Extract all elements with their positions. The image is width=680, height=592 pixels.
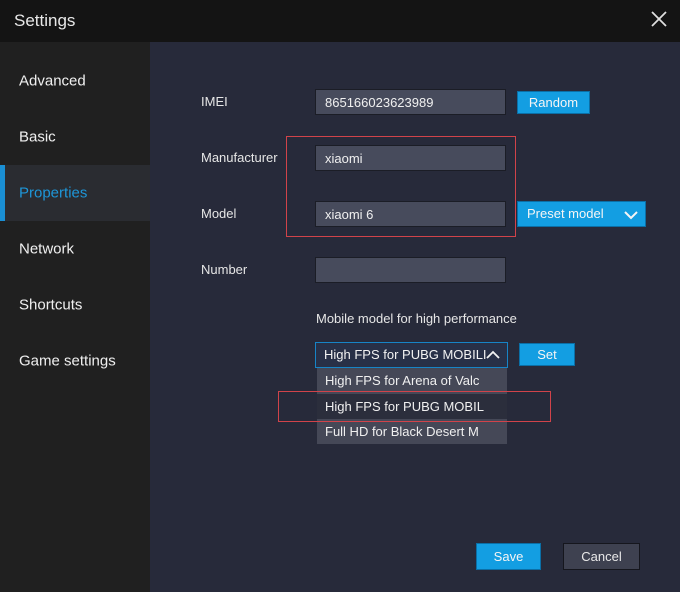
imei-input[interactable]	[315, 89, 506, 115]
sidebar-item-properties[interactable]: Properties	[0, 165, 150, 221]
active-indicator	[0, 165, 5, 221]
manufacturer-input[interactable]	[315, 145, 506, 171]
imei-label: IMEI	[201, 94, 228, 109]
sidebar-item-label: Advanced	[19, 72, 86, 90]
dropdown-option-label: Full HD for Black Desert M	[325, 424, 479, 439]
number-label: Number	[201, 262, 248, 277]
dropdown-option-label: High FPS for Arena of Valc	[325, 373, 480, 388]
sidebar-item-advanced[interactable]: Advanced	[0, 53, 150, 109]
sidebar-item-label: Game settings	[19, 352, 116, 370]
window-title: Settings	[14, 11, 76, 30]
performance-label: Mobile model for high performance	[316, 311, 517, 326]
preset-model-button[interactable]: Preset model	[517, 201, 646, 227]
sidebar-item-label: Network	[19, 240, 75, 258]
number-input[interactable]	[315, 257, 506, 283]
sidebar-item-label: Basic	[19, 128, 56, 146]
sidebar-item-game-settings[interactable]: Game settings	[0, 333, 150, 389]
sidebar-item-shortcuts[interactable]: Shortcuts	[0, 277, 150, 333]
save-button[interactable]: Save	[476, 543, 541, 570]
dropdown-option-label: High FPS for PUBG MOBIL	[325, 399, 484, 414]
close-button[interactable]	[648, 8, 670, 30]
set-button[interactable]: Set	[519, 343, 575, 366]
dropdown-option[interactable]: High FPS for PUBG MOBIL	[317, 394, 507, 419]
sidebar-item-basic[interactable]: Basic	[0, 109, 150, 165]
manufacturer-label: Manufacturer	[201, 150, 278, 165]
preset-model-label: Preset model	[527, 206, 604, 221]
performance-select-value: High FPS for PUBG MOBILI	[324, 347, 487, 362]
chevron-down-icon	[624, 211, 638, 220]
dropdown-option[interactable]: Full HD for Black Desert M	[317, 419, 507, 444]
model-input[interactable]	[315, 201, 506, 227]
cancel-button[interactable]: Cancel	[563, 543, 640, 570]
sidebar-item-label: Properties	[19, 184, 88, 202]
performance-select[interactable]: High FPS for PUBG MOBILI	[315, 342, 508, 368]
model-label: Model	[201, 206, 237, 221]
random-button[interactable]: Random	[517, 91, 590, 114]
chevron-up-icon	[486, 350, 500, 359]
sidebar-item-label: Shortcuts	[19, 296, 83, 314]
performance-dropdown-list: High FPS for Arena of Valc High FPS for …	[317, 368, 507, 444]
title-bar: Settings	[0, 0, 680, 42]
dropdown-option[interactable]: High FPS for Arena of Valc	[317, 368, 507, 393]
sidebar-item-network[interactable]: Network	[0, 221, 150, 277]
close-icon	[651, 11, 667, 27]
sidebar: Advanced Basic Properties Network Shortc…	[0, 42, 150, 592]
